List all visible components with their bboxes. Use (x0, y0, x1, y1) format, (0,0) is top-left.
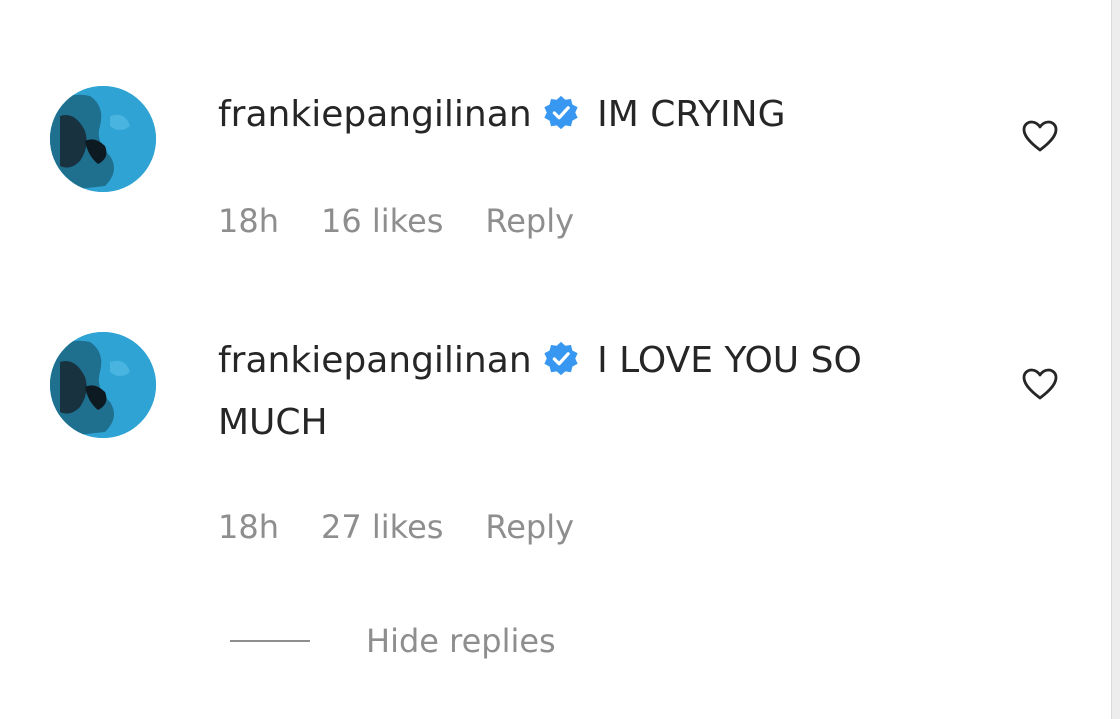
comment-likes[interactable]: 16 likes (321, 202, 443, 240)
avatar[interactable] (50, 86, 156, 192)
reply-button[interactable]: Reply (485, 202, 574, 240)
username-link[interactable]: frankiepangilinan (218, 94, 532, 135)
comment-meta: 18h 16 likes Reply (218, 202, 574, 240)
comment-text: frankiepangilinan IM CRYING (218, 84, 978, 146)
comment-text: frankiepangilinan I LOVE YOU SO MUCH (218, 330, 978, 454)
verified-badge-icon (542, 340, 580, 378)
comment-likes[interactable]: 27 likes (321, 508, 443, 546)
hide-replies-button[interactable]: Hide replies (230, 622, 556, 660)
divider-line (230, 640, 310, 642)
scrollbar-track[interactable] (1111, 0, 1120, 719)
comment-time[interactable]: 18h (218, 508, 279, 546)
avatar[interactable] (50, 332, 156, 438)
comment-item: frankiepangilinan I LOVE YOU SO MUCH 18h… (0, 300, 1100, 590)
hide-replies-label: Hide replies (366, 622, 556, 660)
heart-outline-icon[interactable] (1020, 364, 1060, 404)
comment-time[interactable]: 18h (218, 202, 279, 240)
verified-badge-icon (542, 94, 580, 132)
username-link[interactable]: frankiepangilinan (218, 340, 532, 381)
reply-button[interactable]: Reply (485, 508, 574, 546)
comment-item: frankiepangilinan IM CRYING 18h 16 likes… (0, 0, 1100, 300)
comment-body: IM CRYING (597, 94, 786, 135)
heart-outline-icon[interactable] (1020, 116, 1060, 156)
comment-meta: 18h 27 likes Reply (218, 508, 574, 546)
